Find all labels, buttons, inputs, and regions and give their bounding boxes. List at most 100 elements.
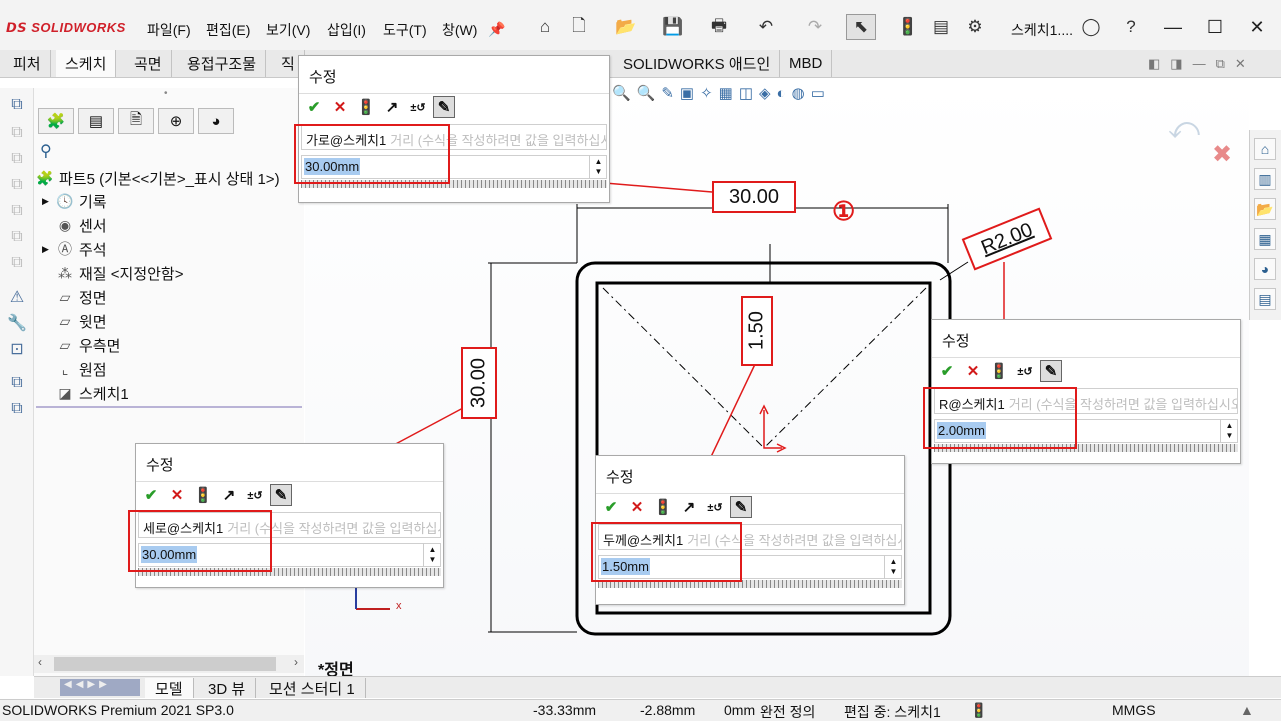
custom-properties-icon[interactable]: ▤ [1254, 288, 1276, 310]
tool-icon[interactable]: ⧉ [6, 226, 28, 248]
rebuild-icon[interactable]: 🚦 [355, 96, 377, 118]
scroll-right-icon[interactable]: › [294, 655, 298, 669]
horizontal-scrollbar[interactable]: ‹ › [34, 655, 304, 673]
design-library-icon[interactable]: ▥ [1254, 168, 1276, 190]
expand-arrow-icon[interactable]: ▶ [42, 196, 56, 207]
menu-view[interactable]: 보기(V) [266, 20, 310, 40]
rebuild-icon[interactable]: 🚦 [988, 360, 1010, 382]
feature-tree-tab-icon[interactable]: 🧩 [38, 108, 74, 134]
dimension-ruler-icon[interactable]: ✎ [270, 484, 292, 506]
mark-for-drawing-icon[interactable]: ±↺ [407, 96, 429, 118]
quick-snaps-icon[interactable]: ⊡ [6, 338, 28, 360]
expand-arrow-icon[interactable]: ▶ [42, 244, 56, 255]
tab-scroll-arrows[interactable]: ◀◀▶▶ [60, 679, 140, 696]
reverse-direction-icon[interactable]: ↗ [381, 96, 403, 118]
value-spinner[interactable]: ▲ ▼ [423, 543, 441, 567]
save-icon[interactable]: 💾 [660, 14, 686, 40]
tree-item-top-plane[interactable]: ▱ 윗면 [56, 310, 107, 332]
configuration-tab-icon[interactable]: 🗎 [118, 108, 154, 134]
dimension-height[interactable]: 30.00 [461, 347, 497, 419]
gear-icon[interactable]: ⚙ [962, 14, 988, 40]
print-icon[interactable]: 🖶 [706, 14, 732, 40]
cancel-x-icon[interactable]: ✕ [166, 484, 188, 506]
window-tile-icons[interactable]: ◧◨—⧉✕ [1148, 56, 1256, 72]
dimension-width[interactable]: 30.00 [712, 181, 796, 213]
tool-icon[interactable]: ⧉ [6, 148, 28, 170]
tree-item-annotations[interactable]: ▶ Ⓐ 주석 [42, 238, 107, 260]
home-icon[interactable]: ⌂ [532, 14, 558, 40]
menu-file[interactable]: 파일(F) [147, 20, 191, 40]
cancel-x-icon[interactable]: ✕ [329, 96, 351, 118]
panel-grip[interactable]: • [164, 88, 168, 99]
minimize-button[interactable]: — [1158, 14, 1188, 40]
rebuild-icon[interactable]: 🚦 [652, 496, 674, 518]
display-manager-tab-icon[interactable]: ◕ [198, 108, 234, 134]
tab-addins[interactable]: SOLIDWORKS 애드인 [614, 50, 781, 77]
tab-weldments[interactable]: 용접구조물 [178, 50, 267, 77]
undo-icon[interactable]: ↶ [753, 14, 779, 40]
scroll-left-icon[interactable]: ‹ [38, 655, 42, 669]
rollback-bar[interactable] [36, 406, 302, 408]
help-icon[interactable]: ? [1118, 14, 1144, 40]
ok-check-icon[interactable]: ✔ [140, 484, 162, 506]
file-properties-icon[interactable]: ▤ [928, 14, 954, 40]
menu-window[interactable]: 창(W) [442, 20, 477, 40]
user-icon[interactable]: ◯ [1078, 14, 1104, 40]
sketch-relations-icon[interactable]: ⚠ [6, 286, 28, 308]
menu-insert[interactable]: 삽입(I) [327, 20, 366, 40]
rebuild-icon[interactable]: 🚦 [895, 14, 921, 40]
tab-sketch[interactable]: 스케치 [56, 50, 117, 77]
scroll-thumb[interactable] [54, 657, 276, 671]
tree-root-part[interactable]: 🧩 파트5 (기본<<기본>_표시 상태 1>) [36, 167, 279, 189]
tree-item-sketch1[interactable]: ◪ 스케치1 [56, 382, 128, 404]
repair-sketch-icon[interactable]: 🔧 [6, 312, 28, 334]
menu-tools[interactable]: 도구(T) [383, 20, 427, 40]
ok-check-icon[interactable]: ✔ [600, 496, 622, 518]
mark-for-drawing-icon[interactable]: ±↺ [1014, 360, 1036, 382]
ok-check-icon[interactable]: ✔ [936, 360, 958, 382]
tab-model[interactable]: 모델 [145, 678, 194, 698]
dimension-ruler-icon[interactable]: ✎ [730, 496, 752, 518]
pin-icon[interactable]: 📌 [484, 16, 510, 42]
tool-icon[interactable]: ⧉ [6, 252, 28, 274]
tool-icon[interactable]: ⧉ [6, 174, 28, 196]
select-arrow-icon[interactable]: ⬉ [846, 14, 876, 40]
tab-features[interactable]: 피처 [4, 50, 51, 77]
instant2d-icon[interactable]: ⧉ [6, 372, 28, 394]
value-spinner[interactable]: ▲ ▼ [1220, 419, 1238, 443]
shaded-sketch-icon[interactable]: ⧉ [6, 398, 28, 420]
ok-check-icon[interactable]: ✔ [303, 96, 325, 118]
rebuild-icon[interactable]: 🚦 [192, 484, 214, 506]
status-units[interactable]: MMGS [1112, 702, 1156, 718]
rebuild-status-icon[interactable]: 🚦 [970, 702, 987, 719]
new-file-icon[interactable]: 🗋 [566, 14, 592, 40]
sketch-tool-icon[interactable]: ⧉ [6, 94, 28, 116]
view-palette-icon[interactable]: ▦ [1254, 228, 1276, 250]
tool-icon[interactable]: ⧉ [6, 200, 28, 222]
tool-icon[interactable]: ⧉ [6, 122, 28, 144]
close-button[interactable]: ✕ [1242, 14, 1272, 40]
cancel-x-icon[interactable]: ✕ [626, 496, 648, 518]
resources-home-icon[interactable]: ⌂ [1254, 138, 1276, 160]
value-spinner[interactable]: ▲ ▼ [589, 155, 607, 179]
dimension-ruler-icon[interactable]: ✎ [433, 96, 455, 118]
redo-icon[interactable]: ↷ [802, 14, 828, 40]
tree-item-right-plane[interactable]: ▱ 우측면 [56, 334, 121, 356]
menu-edit[interactable]: 편집(E) [206, 20, 250, 40]
tree-item-history[interactable]: ▶ 🕓 기록 [42, 190, 107, 212]
file-explorer-icon[interactable]: 📂 [1254, 198, 1276, 220]
tree-item-origin[interactable]: ⌞ 원점 [56, 358, 107, 380]
tab-motion-study[interactable]: 모션 스터디 1 [259, 678, 366, 698]
cancel-x-icon[interactable]: ✕ [962, 360, 984, 382]
appearances-icon[interactable]: ◕ [1254, 258, 1276, 280]
tab-surfaces[interactable]: 곡면 [125, 50, 172, 77]
dimxpert-tab-icon[interactable]: ⊕ [158, 108, 194, 134]
reverse-direction-icon[interactable]: ↗ [678, 496, 700, 518]
mark-for-drawing-icon[interactable]: ±↺ [704, 496, 726, 518]
property-manager-tab-icon[interactable]: ▤ [78, 108, 114, 134]
open-file-icon[interactable]: 📂 [613, 14, 639, 40]
reverse-direction-icon[interactable]: ↗ [218, 484, 240, 506]
tab-mbd[interactable]: MBD [780, 50, 833, 77]
dimension-thickness[interactable]: 1.50 [741, 296, 773, 366]
tab-3d-view[interactable]: 3D 뷰 [198, 678, 257, 698]
